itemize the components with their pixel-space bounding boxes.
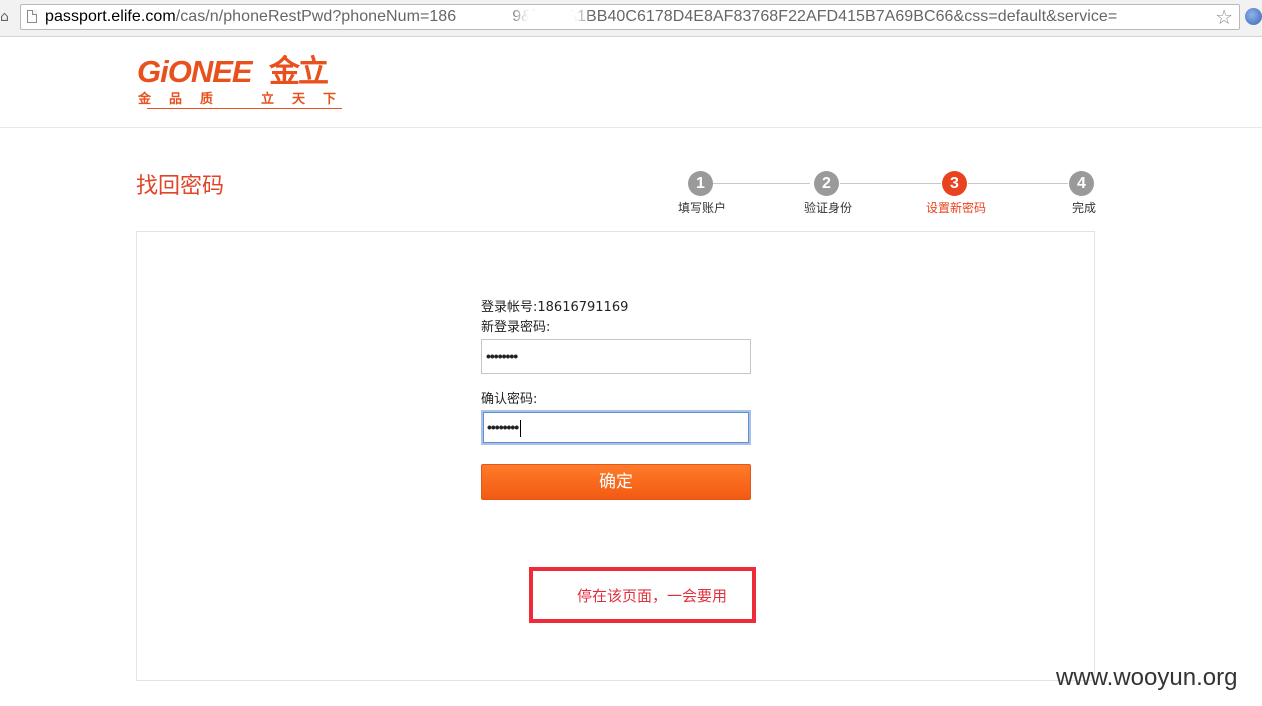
url-path-end: 9&key=A1BB40C6178D4E8AF83768F22AFD415B7A… [512,8,1118,25]
watermark: www.wooyun.org [1056,664,1238,691]
url-path-start: /cas/n/phoneRestPwd?phoneNum=186 [175,8,457,25]
account-label: 登录帐号:18616791169 [481,300,629,315]
step-1-label: 填写账户 [678,201,727,215]
step-2-label: 验证身份 [804,201,853,215]
url-redaction-blur [513,9,589,27]
new-password-label: 新登录密码: [481,320,551,335]
step-4-label: 完成 [1072,201,1097,215]
logo-underline [147,108,342,109]
page-title: 找回密码 [136,174,225,199]
logo-slogan-right: 立天下 [261,92,355,107]
progress-steps: 1 填写账户 2 验证身份 3 设置新密码 4 完成 [660,170,1110,220]
confirm-password-label: 确认密码: [481,392,538,407]
step-connector [840,183,941,184]
step-3-label: 设置新密码 [926,201,987,215]
star-icon[interactable]: ☆ [1215,6,1233,28]
confirm-password-value: •••••••• [487,419,519,435]
text-caret [520,419,522,437]
annotation-box: 停在该页面，一会要用 [529,567,756,623]
globe-icon[interactable] [1245,8,1262,25]
new-password-input[interactable]: •••••••• [481,339,751,374]
home-icon[interactable]: ⌂ [0,6,9,28]
step-connector [968,183,1068,184]
browser-toolbar: ⌂ passport.elife.com/cas/n/phoneRestPwd?… [0,0,1262,37]
annotation-text: 停在该页面，一会要用 [577,587,728,605]
gionee-logo[interactable]: GiONEE 金立 金品质 立天下 [137,55,347,111]
confirm-password-input[interactable]: •••••••• [481,410,751,445]
logo-slogan-left: 金品质 [138,92,232,107]
address-bar[interactable]: passport.elife.com/cas/n/phoneRestPwd?ph… [20,4,1240,30]
step-connector [713,183,810,184]
logo-chinese: 金立 [269,54,329,90]
new-password-value: •••••••• [486,348,518,364]
step-3-circle: 3 [942,171,967,196]
step-2-circle: 2 [814,171,839,196]
site-header: GiONEE 金立 金品质 立天下 [0,37,1262,128]
url-host: passport.elife.com [45,8,176,25]
step-1-circle: 1 [688,171,713,196]
logo-english: GiONEE [137,54,253,89]
page-icon [27,10,37,23]
confirm-button[interactable]: 确定 [481,464,751,500]
step-4-circle: 4 [1069,171,1094,196]
